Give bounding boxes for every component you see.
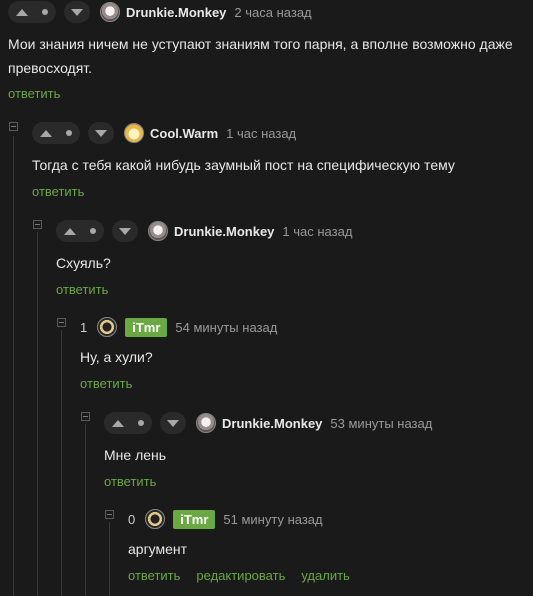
neutral-dot-icon [66, 130, 72, 136]
comment-text: Тогда с тебя какой нибудь заумный пост н… [32, 157, 455, 173]
avatar[interactable] [124, 123, 144, 143]
neutral-dot-icon [42, 9, 48, 15]
reply-link[interactable]: ответить [128, 568, 180, 583]
rating-control [56, 220, 104, 242]
comment-header: Drunkie.Monkey 1 час назад [56, 219, 352, 243]
downvote-icon [95, 129, 107, 137]
author-name[interactable]: Drunkie.Monkey [174, 224, 274, 239]
comment-header: 1 iTmr 54 минуты назад [80, 315, 277, 339]
downvote-icon [71, 8, 83, 16]
collapse-toggle[interactable] [33, 220, 42, 229]
thread-line [85, 424, 86, 596]
rating-control [104, 412, 152, 434]
comment-header: 0 iTmr 51 минуту назад [128, 507, 323, 531]
comment-time[interactable]: 1 час назад [226, 126, 296, 141]
comment-header: Drunkie.Monkey 2 часа назад [8, 0, 312, 24]
upvote-icon[interactable] [40, 129, 52, 137]
delete-link[interactable]: удалить [301, 568, 349, 583]
comment-time[interactable]: 53 минуты назад [330, 416, 432, 431]
reply-link[interactable]: ответить [80, 376, 132, 391]
comment-actions: ответить [104, 474, 156, 489]
comment-time[interactable]: 54 минуты назад [175, 320, 277, 335]
comment-text: аргумент [128, 541, 188, 557]
comment-text: Ну, а хули? [80, 349, 153, 365]
reply-link[interactable]: ответить [8, 86, 60, 101]
upvote-icon[interactable] [64, 227, 76, 235]
author-name[interactable]: Drunkie.Monkey [222, 416, 322, 431]
collapse-toggle[interactable] [57, 318, 66, 327]
comment-score: 1 [80, 319, 88, 335]
comment-time[interactable]: 2 часа назад [234, 5, 311, 20]
author-name[interactable]: Drunkie.Monkey [126, 5, 226, 20]
collapse-toggle[interactable] [81, 412, 90, 421]
comment-actions: ответить [32, 184, 84, 199]
avatar[interactable] [196, 413, 216, 433]
edit-link[interactable]: редактировать [196, 568, 285, 583]
author-tag[interactable]: iTmr [173, 509, 216, 529]
comment-time[interactable]: 51 минуту назад [223, 512, 322, 527]
downvote-button[interactable] [112, 220, 138, 242]
reply-link[interactable]: ответить [32, 184, 84, 199]
author-name[interactable]: Cool.Warm [150, 126, 218, 141]
upvote-icon[interactable] [16, 8, 28, 16]
comment-text: Мне лень [104, 447, 167, 463]
collapse-toggle[interactable] [105, 510, 114, 519]
thread-line [109, 522, 110, 596]
thread-line [13, 136, 14, 596]
comment-actions: ответить [80, 376, 132, 391]
upvote-icon[interactable] [112, 419, 124, 427]
comment-header: Cool.Warm 1 час назад [32, 121, 296, 145]
avatar[interactable] [145, 509, 166, 529]
comment-actions: ответить [56, 282, 108, 297]
avatar[interactable] [97, 317, 118, 337]
neutral-dot-icon [138, 420, 144, 426]
collapse-toggle[interactable] [9, 122, 18, 131]
downvote-icon [119, 227, 131, 235]
rating-control [8, 1, 56, 23]
thread-line [61, 330, 62, 596]
thread-line [37, 232, 38, 596]
rating-control [32, 122, 80, 144]
comment-text: Схуяль? [56, 255, 111, 271]
downvote-button[interactable] [160, 412, 186, 434]
comment-text: Мои знания ничем не уступают знаниям тог… [8, 36, 513, 76]
downvote-icon [167, 419, 179, 427]
comment-actions: ответить редактировать удалить [128, 568, 350, 583]
comment-score: 0 [128, 511, 136, 527]
downvote-button[interactable] [88, 122, 114, 144]
avatar[interactable] [100, 2, 120, 22]
reply-link[interactable]: ответить [104, 474, 156, 489]
comment-time[interactable]: 1 час назад [282, 224, 352, 239]
comment-actions: ответить [8, 86, 60, 101]
avatar[interactable] [148, 221, 168, 241]
downvote-button[interactable] [64, 1, 90, 23]
comment-header: Drunkie.Monkey 53 минуты назад [104, 411, 432, 435]
reply-link[interactable]: ответить [56, 282, 108, 297]
neutral-dot-icon [90, 228, 96, 234]
author-tag[interactable]: iTmr [125, 317, 168, 337]
